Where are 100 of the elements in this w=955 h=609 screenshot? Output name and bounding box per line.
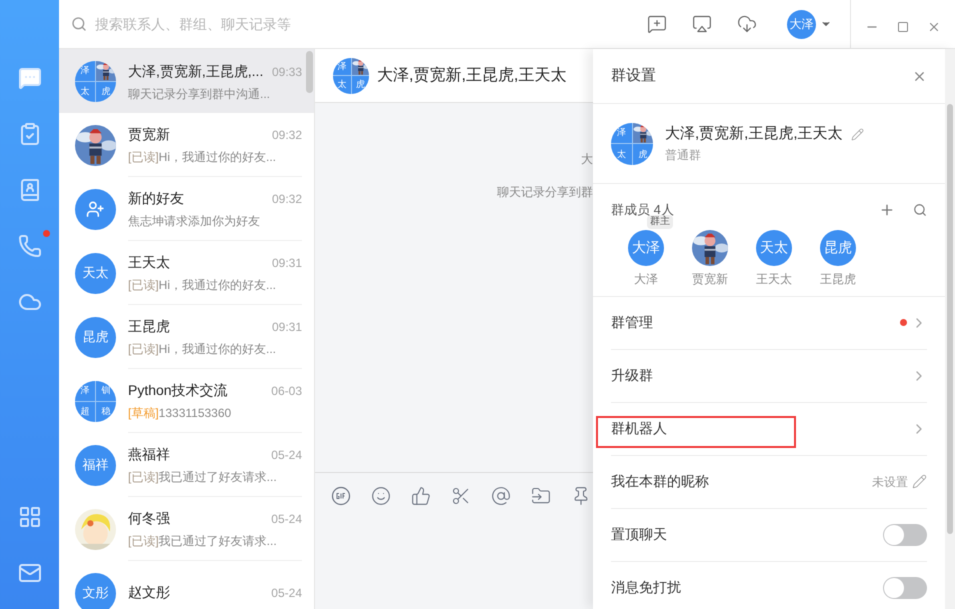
close-icon[interactable]: [927, 20, 941, 34]
owner-badge: 群主: [647, 214, 673, 228]
members-label: 群成员 4人: [611, 201, 675, 217]
setting-value: 未设置: [872, 474, 908, 490]
thumbs-up-icon[interactable]: [411, 486, 431, 506]
at-sign-icon[interactable]: [491, 486, 511, 506]
setting-label: 升级群: [611, 366, 654, 385]
system-message: 大: [581, 151, 593, 168]
new-chat-icon[interactable]: [647, 14, 667, 34]
grid-icon[interactable]: [18, 505, 42, 529]
message-preview: 13331153360: [158, 406, 232, 420]
avatar-initial: 泽: [337, 62, 346, 71]
chat-time: 09:31: [272, 255, 302, 272]
chat-name: 新的好友: [128, 189, 184, 208]
avatar-initial: 钏: [102, 386, 110, 395]
settings-row[interactable]: 置顶聊天: [593, 508, 945, 562]
chat-name: 赵文彤: [128, 583, 170, 602]
chat-name: 何冬强: [128, 509, 170, 528]
scrollbar[interactable]: [947, 104, 953, 534]
add-icon[interactable]: [879, 202, 895, 218]
search-field[interactable]: 搜索联系人、群组、聊天记录等: [59, 14, 379, 34]
add-user-icon: [86, 200, 105, 218]
settings-row[interactable]: 群管理: [593, 296, 945, 350]
group-type: 普通群: [665, 146, 702, 164]
avatar-initial: 太: [616, 150, 626, 159]
settings-row[interactable]: 升级群: [593, 350, 945, 402]
chat-name: 王昆虎: [128, 317, 170, 336]
phone-icon[interactable]: [18, 234, 42, 258]
search-icon: [71, 16, 87, 32]
message-status: [已读]: [128, 534, 159, 548]
message-preview: Hi，我通过你的好友...: [158, 342, 276, 356]
message-preview: Hi，我通过你的好友...: [158, 278, 276, 292]
group-name: 大泽,贾宽新,王昆虎,王天太: [665, 124, 843, 144]
member-name: 贾宽新: [692, 270, 728, 288]
avatar-initial: 泽: [80, 66, 90, 75]
gif-icon[interactable]: [331, 486, 351, 506]
settings-row[interactable]: 消息免打扰: [593, 562, 945, 609]
chat-list-item[interactable]: 泽 太 虎 大泽,贾宽新,王昆虎,... 09:33 聊天记录分享到群中沟通...: [59, 49, 314, 113]
chat-time: 09:32: [272, 191, 302, 208]
avatar: 昆虎: [820, 230, 856, 266]
setting-label: 消息免打扰: [611, 578, 682, 597]
chat-name: 燕福祥: [128, 445, 170, 464]
message-status: [已读]: [128, 150, 159, 164]
avatar-initial: 虎: [102, 87, 110, 96]
avatar-initial: 太: [80, 87, 90, 96]
message-status: [已读]: [128, 470, 159, 484]
mail-icon[interactable]: [18, 561, 42, 585]
avatar: 文彤: [75, 572, 116, 609]
maximize-icon[interactable]: [897, 21, 909, 33]
settings-row[interactable]: 群机器人: [593, 402, 945, 456]
message-preview: 我已通过了好友请求...: [158, 470, 277, 484]
chat-name: Python技术交流: [128, 381, 228, 400]
conversation-title: 大泽,贾宽新,王昆虎,王天太: [377, 66, 566, 86]
chat-time: 09:33: [272, 64, 302, 80]
message-status: [已读]: [128, 278, 159, 292]
message-status: [已读]: [128, 342, 159, 356]
message-preview: 我已通过了好友请求...: [158, 534, 277, 548]
avatar-initial: 泽: [80, 386, 90, 395]
avatar-initial: 超: [80, 407, 90, 416]
message-preview: 焦志坤请求添加你为好友: [128, 214, 260, 228]
chat-time: 05-24: [271, 447, 302, 464]
avatar-initial: 太: [337, 80, 346, 90]
chat-time: 09:32: [272, 127, 302, 144]
pencil-icon[interactable]: [912, 474, 927, 489]
smile-icon[interactable]: [371, 486, 391, 506]
toggle-switch[interactable]: [883, 524, 927, 546]
avatar: 天太: [75, 252, 116, 294]
settings-row[interactable]: 我在本群的昵称 未设置: [593, 456, 945, 508]
setting-label: 我在本群的昵称: [611, 472, 710, 491]
message-status: [草稿]: [128, 406, 159, 420]
avatar-initial: 稳: [102, 407, 110, 416]
chat-bubble-icon[interactable]: [18, 66, 42, 90]
cloud-download-icon[interactable]: [737, 14, 757, 34]
chat-time: 09:31: [272, 319, 302, 336]
message-preview: 聊天记录分享到群中沟通...: [128, 86, 270, 100]
screen-share-icon[interactable]: [692, 14, 712, 34]
setting-label: 群管理: [611, 313, 654, 332]
setting-label: 群机器人: [611, 419, 668, 438]
chat-time: 05-24: [271, 511, 302, 528]
panel-title: 群设置: [611, 66, 657, 86]
pencil-icon[interactable]: [850, 128, 864, 141]
avatar: 天太: [756, 230, 792, 266]
avatar-initial: 泽: [616, 128, 626, 138]
setting-label: 置顶聊天: [611, 525, 668, 544]
avatar-initial: 虎: [356, 80, 365, 90]
chat-name: 贾宽新: [128, 125, 170, 144]
chat-name: 王天太: [128, 253, 170, 272]
message-preview: Hi，我通过你的好友...: [158, 150, 276, 164]
chat-name: 大泽,贾宽新,王昆虎,...: [128, 62, 264, 80]
scrollbar[interactable]: [306, 51, 313, 93]
toggle-switch[interactable]: [883, 576, 927, 598]
chat-time: 05-24: [271, 585, 302, 602]
avatar: 福祥: [75, 444, 116, 486]
member-name: 大泽: [634, 270, 658, 288]
folder-arrow-icon[interactable]: [531, 486, 551, 506]
search-icon[interactable]: [913, 202, 927, 217]
chat-time: 06-03: [271, 383, 302, 400]
scissors-icon[interactable]: [451, 486, 471, 506]
avatar-initial: 虎: [638, 150, 648, 159]
avatar: 大泽: [628, 230, 664, 266]
